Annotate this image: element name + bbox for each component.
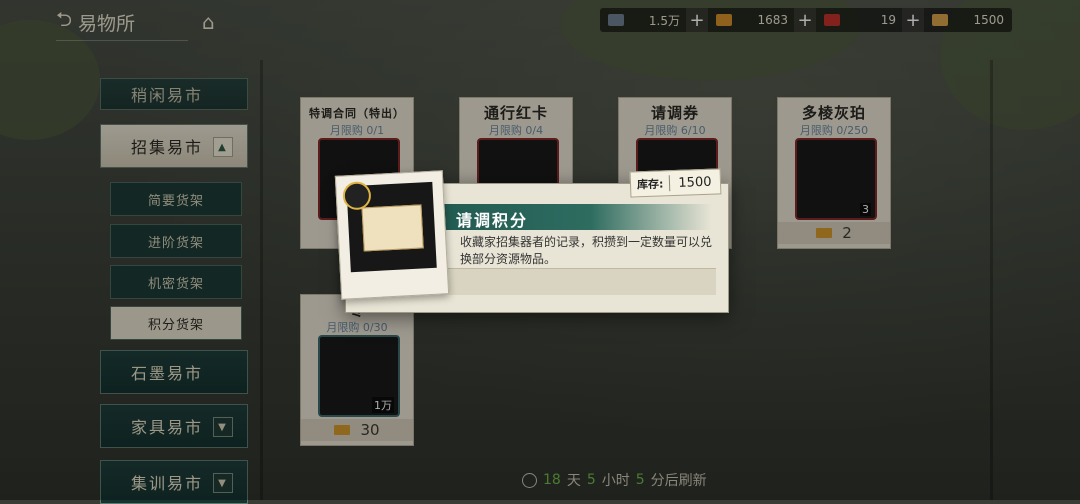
popup-title: 请调积分 <box>456 211 529 230</box>
popup-description: 收藏家招集器者的记录，积攒到一定数量可以兑换部分资源物品。 <box>460 235 713 266</box>
popup-header: 请调积分 <box>442 204 712 230</box>
stock-label: 库存: <box>630 175 671 193</box>
popup-footer <box>442 268 716 295</box>
stock-tag: 库存: 1500 <box>629 168 721 198</box>
item-polaroid <box>334 170 450 300</box>
points-ticket-icon <box>361 204 424 252</box>
stock-value: 1500 <box>678 174 712 191</box>
